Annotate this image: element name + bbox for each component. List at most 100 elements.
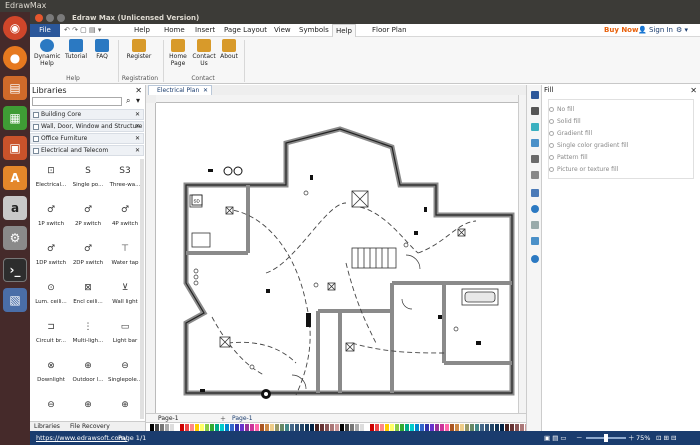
- color-swatch[interactable]: [370, 424, 374, 431]
- color-swatch[interactable]: [290, 424, 294, 431]
- color-swatch[interactable]: [415, 424, 419, 431]
- drawing-page[interactable]: SD: [156, 103, 518, 413]
- color-swatch[interactable]: [480, 424, 484, 431]
- color-swatch[interactable]: [155, 424, 159, 431]
- library-menu-icon[interactable]: ▾: [136, 96, 140, 105]
- help-tab[interactable]: Help: [332, 24, 356, 37]
- ubuntu-dash-icon[interactable]: ◉: [3, 16, 27, 40]
- color-swatch[interactable]: [275, 424, 279, 431]
- color-swatch[interactable]: [520, 424, 524, 431]
- image-icon[interactable]: [531, 139, 539, 147]
- website-link[interactable]: https://www.edrawsoft.com/: [36, 431, 127, 445]
- tab-file-recovery[interactable]: File Recovery: [70, 423, 110, 430]
- close-icon[interactable]: ✕: [135, 134, 140, 144]
- color-swatch[interactable]: [470, 424, 474, 431]
- color-swatch[interactable]: [240, 424, 244, 431]
- fill-option-pattern[interactable]: Pattern fill: [549, 154, 588, 161]
- color-swatch[interactable]: [345, 424, 349, 431]
- color-swatch[interactable]: [360, 424, 364, 431]
- floor-plan-tab[interactable]: Floor Plan: [372, 24, 407, 37]
- contact-us-button[interactable]: Contact Us: [191, 39, 217, 67]
- library-shape[interactable]: ⊗ Downlight: [32, 355, 70, 393]
- library-shape[interactable]: ⊕ Outdoor l...: [69, 355, 107, 393]
- color-swatch[interactable]: [250, 424, 254, 431]
- close-icon[interactable]: ✕: [135, 110, 140, 120]
- color-swatch[interactable]: [390, 424, 394, 431]
- color-swatch[interactable]: [175, 424, 179, 431]
- color-swatch[interactable]: [325, 424, 329, 431]
- library-shape[interactable]: ⊖ Singlepole...: [106, 355, 144, 393]
- color-swatch[interactable]: [260, 424, 264, 431]
- fill-close-icon[interactable]: ✕: [690, 86, 697, 95]
- color-swatch[interactable]: [265, 424, 269, 431]
- color-swatch[interactable]: [505, 424, 509, 431]
- color-swatch[interactable]: [375, 424, 379, 431]
- color-swatch[interactable]: [385, 424, 389, 431]
- color-swatch[interactable]: [485, 424, 489, 431]
- symbols-tab[interactable]: Symbols: [299, 24, 329, 37]
- color-swatch[interactable]: [365, 424, 369, 431]
- library-shape[interactable]: ⊠ Encl ceili...: [69, 277, 107, 315]
- home-tab[interactable]: Home: [164, 24, 185, 37]
- color-swatch[interactable]: [500, 424, 504, 431]
- close-window-button[interactable]: [35, 14, 43, 22]
- files-icon[interactable]: ▤: [3, 76, 27, 100]
- library-shape[interactable]: ♂ 2DP switch: [69, 238, 107, 276]
- zoom-in-icon[interactable]: ＋: [628, 431, 635, 445]
- color-swatch[interactable]: [205, 424, 209, 431]
- help-menu-tab[interactable]: Help: [134, 24, 150, 37]
- color-swatch[interactable]: [475, 424, 479, 431]
- tutorial-button[interactable]: Tutorial: [63, 39, 89, 60]
- fill-option-single-gradient[interactable]: Single color gradient fill: [549, 142, 628, 149]
- file-menu[interactable]: File: [30, 24, 60, 37]
- tab-libraries[interactable]: Libraries: [34, 423, 60, 430]
- color-swatch[interactable]: [350, 424, 354, 431]
- register-button[interactable]: Register: [126, 39, 152, 60]
- color-swatch[interactable]: [465, 424, 469, 431]
- document-icon[interactable]: [531, 221, 539, 229]
- color-swatch[interactable]: [455, 424, 459, 431]
- layer-icon[interactable]: [531, 155, 539, 163]
- color-swatch[interactable]: [405, 424, 409, 431]
- view-tab[interactable]: View: [274, 24, 291, 37]
- fill-icon[interactable]: [531, 91, 539, 99]
- library-category-building-core[interactable]: Building Core ✕: [30, 109, 144, 120]
- color-swatch[interactable]: [215, 424, 219, 431]
- color-swatch[interactable]: [210, 424, 214, 431]
- library-scrollbar[interactable]: [140, 159, 144, 419]
- library-shape[interactable]: ▭ Light bar: [106, 316, 144, 354]
- library-category-electrical[interactable]: Electrical and Telecom ✕: [30, 145, 144, 156]
- color-swatch[interactable]: [195, 424, 199, 431]
- color-swatch[interactable]: [445, 424, 449, 431]
- buy-now-link[interactable]: Buy Now: [604, 24, 638, 37]
- color-swatch[interactable]: [300, 424, 304, 431]
- search-icon[interactable]: ⌕: [126, 96, 130, 106]
- color-swatch[interactable]: [320, 424, 324, 431]
- comment-icon[interactable]: [531, 237, 539, 245]
- electrical-floor-plan[interactable]: SD: [156, 103, 518, 413]
- color-swatch[interactable]: [285, 424, 289, 431]
- color-swatch[interactable]: [220, 424, 224, 431]
- firefox-icon[interactable]: ●: [3, 46, 27, 70]
- page-icon[interactable]: [531, 171, 539, 179]
- color-swatch[interactable]: [400, 424, 404, 431]
- home-page-button[interactable]: Home Page: [166, 39, 190, 67]
- library-category-wall-door[interactable]: Wall, Door, Window and Structure ✕: [30, 121, 144, 132]
- color-swatch[interactable]: [165, 424, 169, 431]
- library-shape[interactable]: ⊙ Lum. ceili...: [32, 277, 70, 315]
- fill-option-no-fill[interactable]: No fill: [549, 106, 574, 113]
- color-swatch[interactable]: [515, 424, 519, 431]
- color-swatch[interactable]: [495, 424, 499, 431]
- library-shape[interactable]: ♂ 1DP switch: [32, 238, 70, 276]
- color-swatch[interactable]: [440, 424, 444, 431]
- close-icon[interactable]: ✕: [135, 146, 140, 156]
- color-swatch[interactable]: [160, 424, 164, 431]
- color-palette[interactable]: [146, 422, 526, 431]
- color-swatch[interactable]: [355, 424, 359, 431]
- library-shape[interactable]: ♂ 2P switch: [69, 199, 107, 237]
- color-swatch[interactable]: [460, 424, 464, 431]
- color-swatch[interactable]: [410, 424, 414, 431]
- help-circle-icon[interactable]: [531, 255, 539, 263]
- line-icon[interactable]: [531, 107, 539, 115]
- close-tab-icon[interactable]: ✕: [203, 86, 208, 95]
